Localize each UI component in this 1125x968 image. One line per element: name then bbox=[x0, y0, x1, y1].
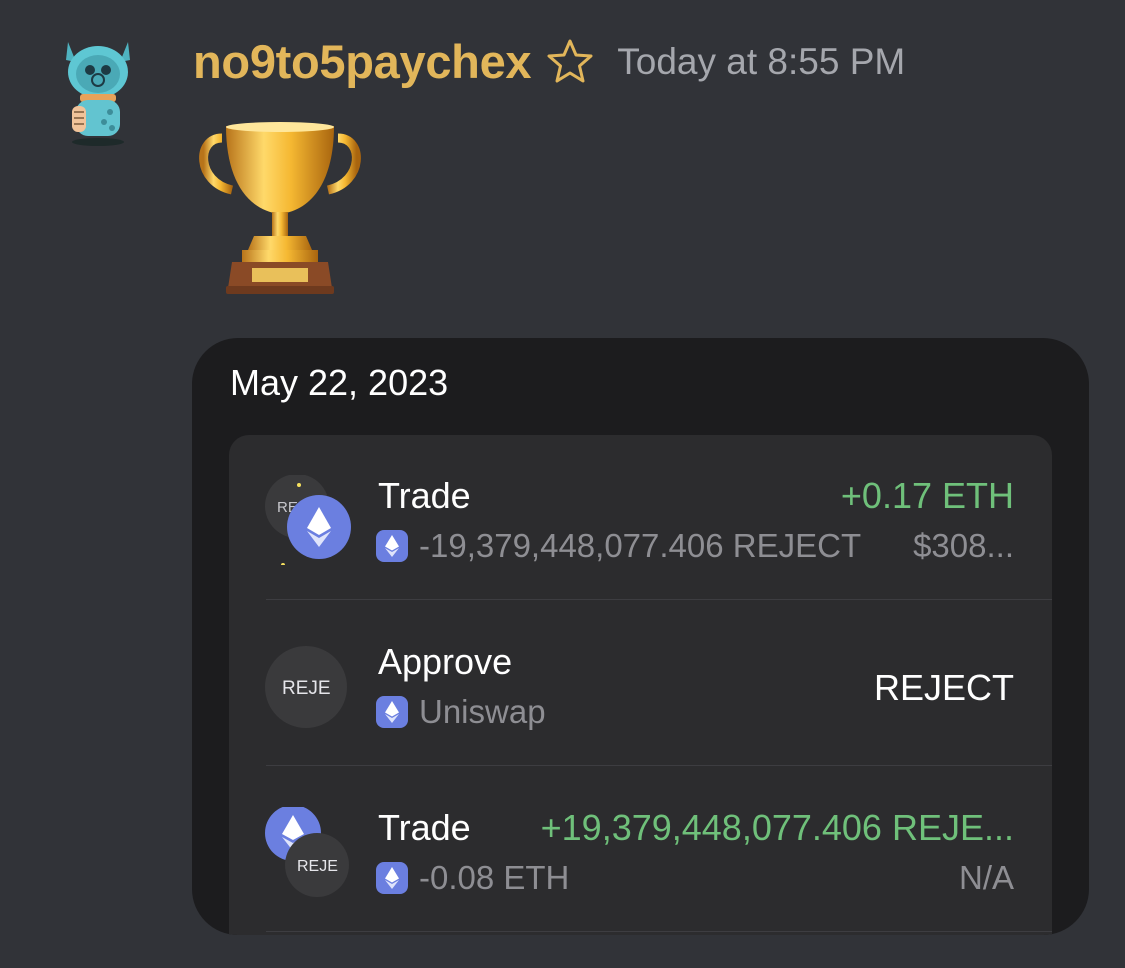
username[interactable]: no9to5paychex bbox=[193, 34, 532, 89]
reje-eth-swap-icon: REJE bbox=[265, 475, 351, 565]
trophy-icon bbox=[199, 122, 361, 294]
transaction-subtitle-text: -0.08 ETH bbox=[419, 859, 570, 896]
divider bbox=[266, 931, 1052, 932]
message-timestamp: Today at 8:55 PM bbox=[617, 40, 906, 82]
transaction-title: Trade bbox=[378, 807, 471, 848]
transaction-subtitle-text: -19,379,448,077.406 REJECT bbox=[419, 527, 862, 564]
transaction-amount: +0.17 ETH bbox=[840, 475, 1014, 516]
transaction-row[interactable]: REJE Trade -19,379,448,077.406 REJECT bbox=[229, 435, 1052, 600]
transaction-title: Trade bbox=[378, 475, 471, 516]
reje-token-icon: REJE bbox=[265, 646, 347, 728]
chat-message: no9to5paychex Today at 8:55 PM May 22, 2… bbox=[0, 0, 1125, 968]
transaction-value: $308... bbox=[913, 527, 1014, 564]
message-header: no9to5paychex Today at 8:55 PM bbox=[193, 34, 905, 89]
transaction-list: REJE Trade -19,379,448,077.406 REJECT bbox=[229, 435, 1052, 935]
ethereum-chip-icon bbox=[376, 696, 408, 728]
token-label: REJE bbox=[297, 858, 338, 875]
transaction-subtitle: Uniswap bbox=[376, 693, 546, 731]
transaction-date: May 22, 2023 bbox=[230, 362, 449, 403]
transactions-card: May 22, 2023 REJE Trade bbox=[192, 338, 1089, 935]
eth-reje-swap-icon: REJE bbox=[265, 807, 349, 897]
transaction-subtitle: -0.08 ETH bbox=[376, 859, 569, 897]
avatar[interactable] bbox=[50, 36, 146, 148]
transaction-amount: +19,379,448,077.406 REJE... bbox=[540, 807, 1014, 848]
transaction-row[interactable]: REJE Trade -0.08 ETH +19,379,448,077.406… bbox=[229, 767, 1052, 932]
transaction-subtitle: -19,379,448,077.406 REJECT bbox=[376, 527, 861, 565]
transaction-title: Approve bbox=[378, 641, 513, 682]
transaction-value: N/A bbox=[958, 859, 1014, 896]
star-outline-icon bbox=[547, 39, 593, 82]
transaction-subtitle-text: Uniswap bbox=[419, 693, 546, 730]
transaction-amount: REJECT bbox=[873, 667, 1014, 708]
divider bbox=[266, 765, 1052, 766]
divider bbox=[266, 599, 1052, 600]
token-label: REJE bbox=[282, 678, 331, 699]
ethereum-chip-icon bbox=[376, 530, 408, 562]
ethereum-chip-icon bbox=[376, 862, 408, 894]
transaction-row[interactable]: REJE Approve Uniswap REJECT bbox=[229, 601, 1052, 766]
